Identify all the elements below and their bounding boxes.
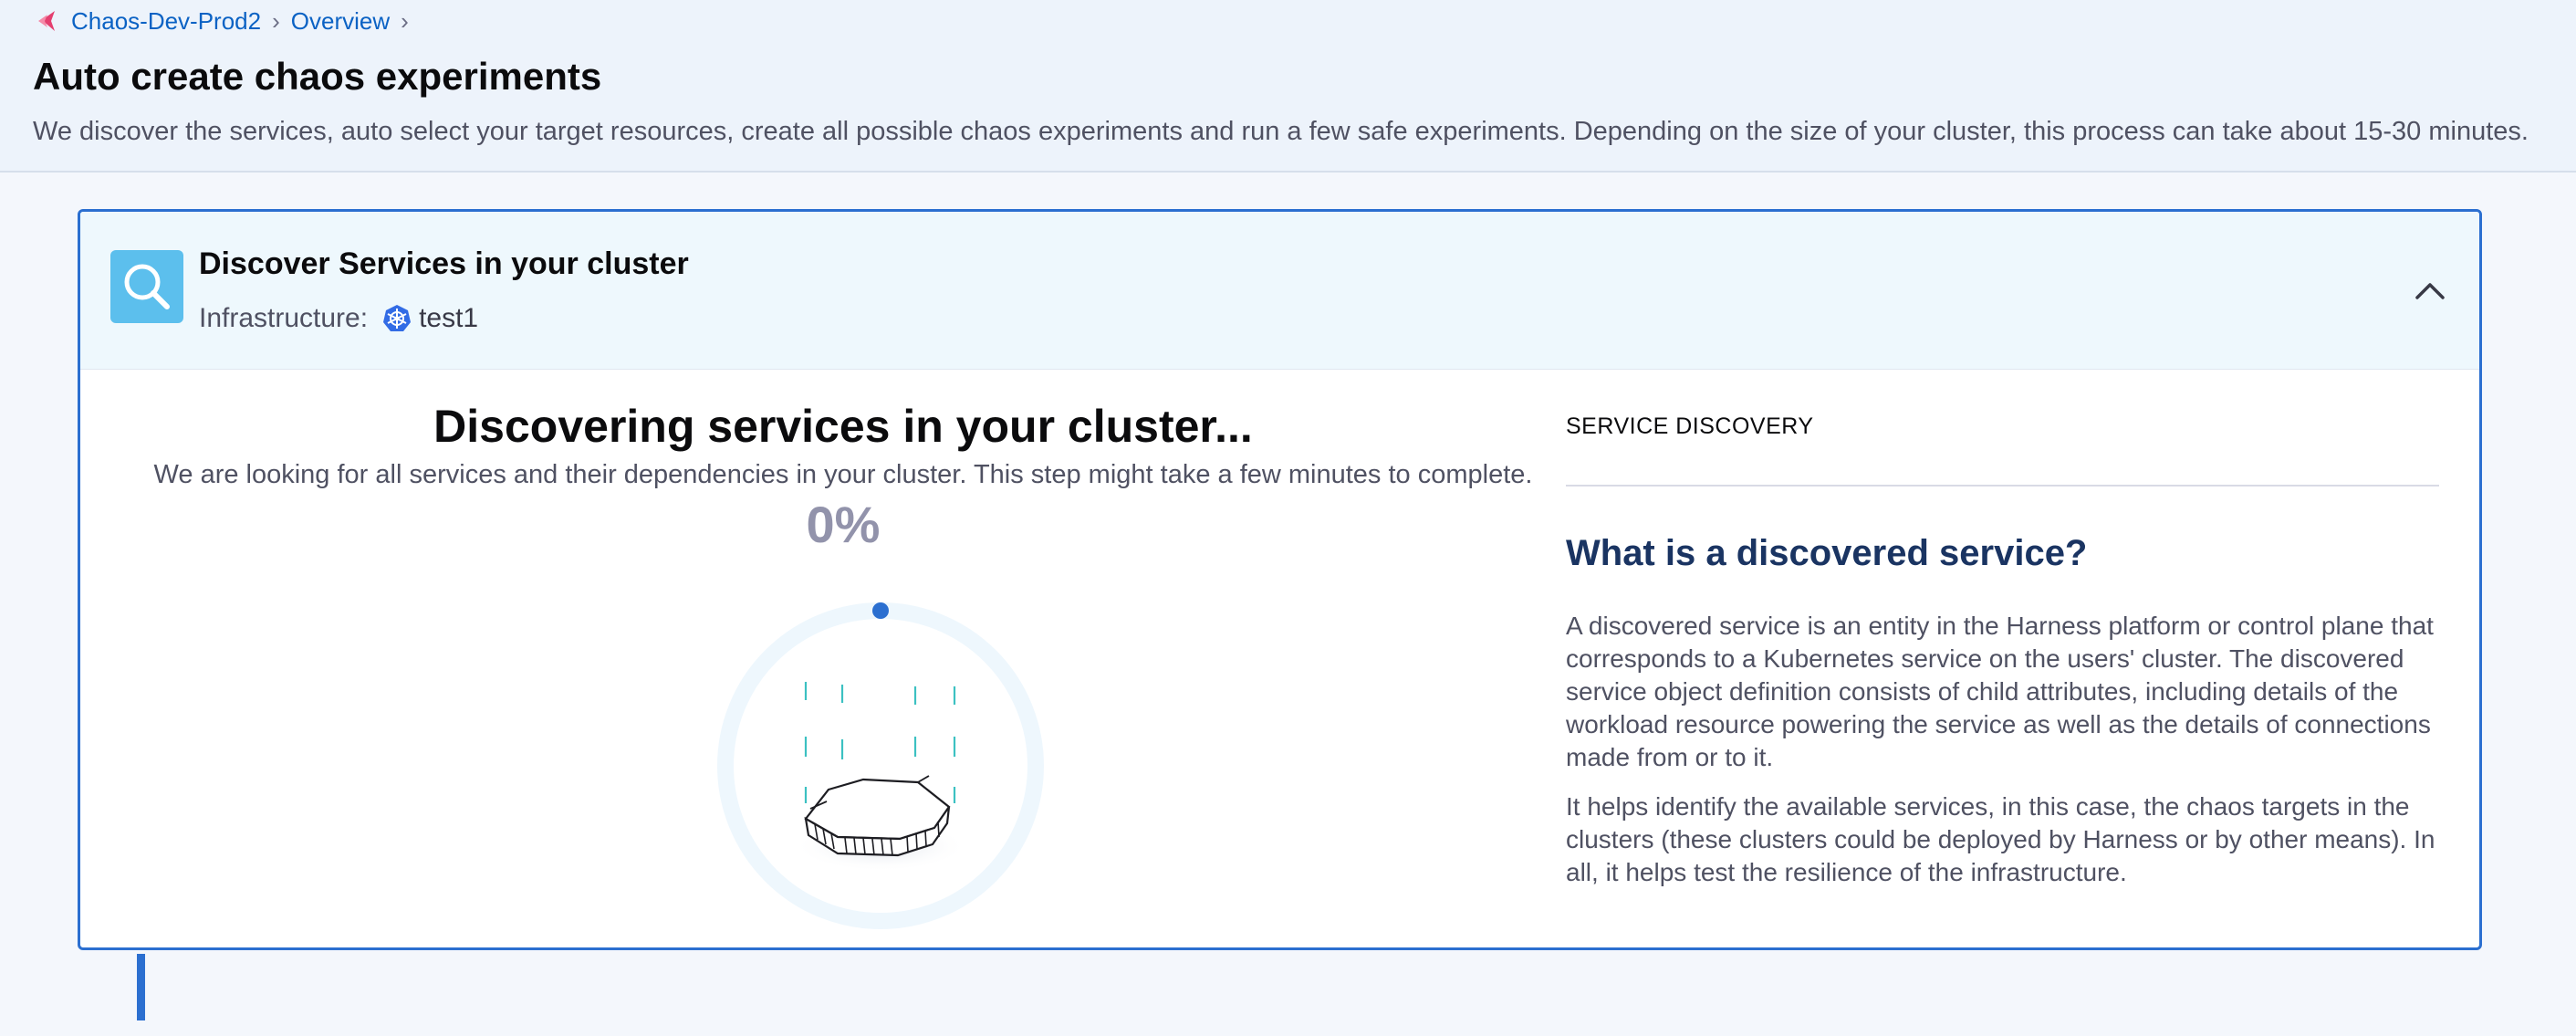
search-icon [110, 250, 183, 323]
service-discovery-label: SERVICE DISCOVERY [1566, 413, 1814, 439]
breadcrumb: Chaos-Dev-Prod2 › Overview › [35, 5, 420, 37]
step-connector-bar [137, 954, 145, 1020]
discovery-subtitle: We are looking for all services and thei… [153, 460, 1533, 489]
infrastructure-row: Infrastructure: test1 [199, 303, 478, 334]
progress-indicator-dot [872, 602, 889, 619]
breadcrumb-item-project[interactable]: Chaos-Dev-Prod2 [71, 7, 261, 36]
infrastructure-label: Infrastructure: [199, 303, 369, 333]
step-title: Discover Services in your cluster [199, 246, 689, 281]
page-title: Auto create chaos experiments [33, 55, 602, 98]
divider [1566, 485, 2439, 487]
discovery-illustration [717, 602, 1044, 929]
chevron-up-icon [2415, 283, 2445, 299]
info-paragraph-1: A discovered service is an entity in the… [1566, 612, 2434, 771]
progress-track-ring [717, 602, 1044, 929]
page-description: We discover the services, auto select yo… [33, 117, 2529, 146]
breadcrumb-item-overview[interactable]: Overview [291, 7, 390, 36]
chevron-right-icon: › [401, 6, 409, 35]
kubernetes-icon [383, 305, 412, 331]
info-paragraph-2: It helps identify the available services… [1566, 792, 2435, 886]
discover-services-step-card: Discover Services in your cluster Infras… [78, 209, 2482, 950]
info-heading: What is a discovered service? [1566, 533, 2088, 573]
infrastructure-value: test1 [419, 303, 479, 333]
hexagon-disc [804, 775, 951, 857]
collapse-button[interactable] [2408, 268, 2452, 312]
page-header: Chaos-Dev-Prod2 › Overview › Auto create… [0, 0, 2576, 173]
step-header[interactable]: Discover Services in your cluster Infras… [80, 212, 2479, 370]
chevron-right-icon: › [272, 6, 280, 35]
chaos-logo-icon [38, 11, 55, 31]
progress-percent: 0% [806, 496, 881, 553]
discovery-title: Discovering services in your cluster... [433, 401, 1253, 452]
